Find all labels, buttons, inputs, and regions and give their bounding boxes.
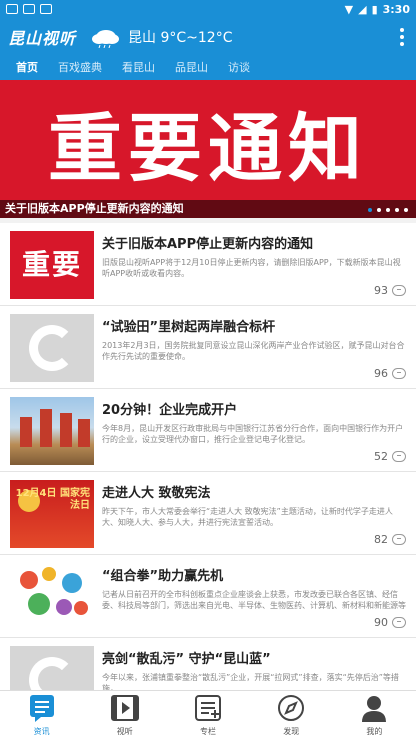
- weather-text: 昆山 9°C~12°C: [128, 30, 233, 46]
- column-icon: [195, 695, 221, 721]
- nav-news[interactable]: 资讯: [0, 691, 83, 740]
- status-bar: ▼ ◢ ▮ 3:30: [0, 0, 416, 18]
- news-title: “试验田”里树起两岸融合标杆: [102, 320, 276, 335]
- tab-taste-kunshan[interactable]: 品昆山: [175, 59, 208, 78]
- compass-icon: [278, 695, 305, 721]
- news-summary: 旧版昆山视听APP将于12月10日停止更新内容，请删除旧版APP，下载新版本昆山…: [102, 258, 401, 278]
- comment-count: 90: [374, 616, 406, 629]
- news-item[interactable]: 20分钟！企业完成开户 今年8月，昆山开发区行政审批局与中国银行江苏省分行合作，…: [0, 389, 416, 472]
- clock: 3:30: [382, 2, 410, 16]
- news-thumbnail: 重要通知: [10, 231, 94, 299]
- carousel-dot: [386, 208, 390, 212]
- carousel-dot: [404, 208, 408, 212]
- comment-icon: [392, 534, 406, 545]
- notification-icon: [6, 4, 18, 14]
- nav-column[interactable]: 专栏: [166, 691, 249, 740]
- news-title: 20分钟！企业完成开户: [102, 403, 238, 418]
- news-item[interactable]: “组合拳”助力赢先机 记者从日前召开的全市科创板重点企业座谈会上获悉，市发改委已…: [0, 555, 416, 638]
- app-icon: [40, 4, 52, 14]
- nav-discover[interactable]: 发现: [250, 691, 333, 740]
- news-thumbnail: 12月4日 国家宪法日: [10, 480, 94, 548]
- tab-watch-kunshan[interactable]: 看昆山: [122, 59, 155, 78]
- news-summary: 2013年2月3日，国务院批复同意设立昆山深化两岸产业合作试验区，赋予昆山对台合…: [102, 341, 405, 361]
- battery-icon: ▮: [371, 2, 378, 16]
- wifi-icon: ▼: [344, 2, 354, 16]
- nav-label: 视听: [116, 727, 133, 736]
- news-list: 重要通知 关于旧版本APP停止更新内容的通知 旧版昆山视听APP将于12月10日…: [0, 223, 416, 721]
- news-summary: 今年8月，昆山开发区行政审批局与中国银行江苏省分行合作，面向中国银行作为开户行的…: [102, 424, 404, 444]
- news-summary: 记者从日前召开的全市科创板重点企业座谈会上获悉，市发改委已联合各区镇、经信委、科…: [102, 590, 406, 610]
- banner-caption: 关于旧版本APP停止更新内容的通知: [0, 200, 416, 218]
- logo-icon: [29, 325, 75, 371]
- nav-label: 发现: [283, 727, 300, 736]
- news-icon: [29, 695, 54, 722]
- news-item[interactable]: “试验田”里树起两岸融合标杆 2013年2月3日，国务院批复同意设立昆山深化两岸…: [0, 306, 416, 389]
- carousel-dot: [377, 208, 381, 212]
- news-title: 走进人大 致敬宪法: [102, 486, 211, 501]
- comment-icon: [392, 285, 406, 296]
- carousel-dot: [395, 208, 399, 212]
- nav-video[interactable]: 视听: [83, 691, 166, 740]
- signal-icon: ◢: [358, 2, 367, 16]
- carousel-dots: [368, 208, 408, 212]
- comment-count: 93: [374, 284, 406, 297]
- nav-label: 专栏: [200, 727, 216, 736]
- news-thumbnail: [10, 563, 94, 631]
- notification-icon: [23, 4, 35, 14]
- tab-interview[interactable]: 访谈: [228, 59, 250, 78]
- nav-label: 我的: [366, 727, 383, 736]
- comment-count: 96: [374, 367, 406, 380]
- app-header: 昆山视听 昆山 9°C~12°C: [0, 18, 416, 56]
- cloud-icon: [90, 26, 120, 49]
- comment-icon: [392, 451, 406, 462]
- app-logo: 昆山视听: [8, 29, 77, 48]
- comment-icon: [392, 617, 406, 628]
- more-vert-icon[interactable]: [400, 28, 404, 46]
- comment-count: 82: [374, 533, 406, 546]
- news-item[interactable]: 重要通知 关于旧版本APP停止更新内容的通知 旧版昆山视听APP将于12月10日…: [0, 223, 416, 306]
- comment-count: 52: [374, 450, 406, 463]
- tab-opera-festival[interactable]: 百戏盛典: [58, 59, 102, 78]
- carousel-dot: [368, 208, 372, 212]
- comment-icon: [392, 368, 406, 379]
- news-thumbnail: [10, 314, 94, 382]
- bottom-nav: 资讯 视听 专栏 发现 我的: [0, 690, 416, 740]
- tab-home[interactable]: 首页: [16, 59, 38, 78]
- news-thumbnail: [10, 397, 94, 465]
- banner-image-text: 重要通知: [48, 106, 368, 192]
- user-icon: [362, 696, 387, 722]
- news-title: “组合拳”助力赢先机: [102, 569, 224, 584]
- news-title: 关于旧版本APP停止更新内容的通知: [102, 237, 314, 252]
- category-tabs: 首页 百戏盛典 看昆山 品昆山 访谈: [0, 56, 416, 80]
- play-icon: [110, 695, 139, 721]
- nav-profile[interactable]: 我的: [333, 691, 416, 740]
- banner-carousel[interactable]: 重要通知 关于旧版本APP停止更新内容的通知: [0, 80, 416, 218]
- news-item[interactable]: 12月4日 国家宪法日 走进人大 致敬宪法 昨天下午，市人大常委会举行“走进人大…: [0, 472, 416, 555]
- news-summary: 昨天下午，市人大常委会举行“走进人大 致敬宪法”主题活动，让新时代学子走进人大、…: [102, 507, 393, 527]
- nav-label: 资讯: [33, 727, 50, 736]
- news-title: 亮剑“散乱污” 守护“昆山蓝”: [102, 652, 271, 667]
